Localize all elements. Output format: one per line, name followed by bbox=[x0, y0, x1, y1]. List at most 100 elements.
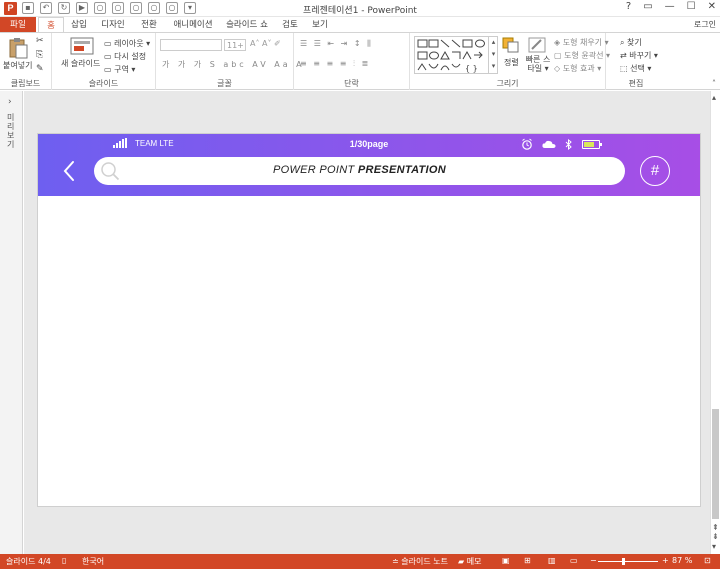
tab-animations[interactable]: 애니메이션 bbox=[170, 17, 216, 33]
close-button[interactable]: ✕ bbox=[708, 1, 716, 12]
scroll-up-icon[interactable]: ▴ bbox=[712, 93, 716, 102]
font-grow-shrink-icons[interactable]: A˄ A˅ ✐ bbox=[250, 39, 281, 48]
status-right bbox=[521, 138, 602, 150]
editing-group: ⌕ 찾기 ⇄ 바꾸기 ▾ ⬚ 선택 ▾ 편집 bbox=[606, 33, 666, 90]
slide-canvas[interactable]: TEAM LTE 1/30page POWER POINT PRESENTATI… bbox=[37, 133, 701, 507]
collapse-ribbon-icon[interactable]: ˄ bbox=[712, 79, 716, 88]
tab-file[interactable]: 파일 bbox=[0, 17, 36, 33]
paragraph-group-label: 단락 bbox=[344, 79, 359, 88]
slide-sorter-icon[interactable]: ⊞ bbox=[524, 556, 531, 565]
font-group: 11+ A˄ A˅ ✐ 가 가 가 S abc AV Aa A 글꼴 bbox=[156, 33, 302, 90]
spellcheck-icon[interactable]: ▯ bbox=[62, 556, 66, 565]
tab-review[interactable]: 검토 bbox=[278, 17, 302, 33]
tab-insert[interactable]: 삽입 bbox=[66, 17, 92, 33]
shape-fill-label: 도형 채우기 ▾ bbox=[562, 38, 609, 47]
scroll-thumb[interactable] bbox=[712, 409, 719, 519]
tab-view[interactable]: 보기 bbox=[308, 17, 332, 33]
arrange-icon[interactable] bbox=[502, 37, 520, 53]
vertical-scrollbar[interactable]: ▴ ⇞ ⇟ ▾ bbox=[710, 91, 720, 554]
layout-label: 레이아웃 ▾ bbox=[114, 39, 151, 48]
scroll-down-icon[interactable]: ▾ bbox=[712, 542, 716, 551]
minimize-button[interactable]: — bbox=[665, 1, 675, 12]
clipboard-group: 붙여넣기 ✂ ⎘ ✎ 클립보드 bbox=[0, 33, 52, 90]
window-title: 프레젠테이션1 - PowerPoint bbox=[303, 6, 417, 16]
cut-icon[interactable]: ✂ bbox=[36, 36, 44, 46]
ribbon-display-button[interactable]: ▭ bbox=[643, 1, 652, 12]
shapes-gallery-scroll[interactable]: ▴ ▾ ▾ bbox=[488, 36, 498, 74]
shapes-gallery[interactable]: { } bbox=[414, 36, 498, 74]
format-painter-icon[interactable]: ✎ bbox=[36, 64, 44, 74]
align-icons[interactable]: ≡ ≡ ≡ ≡ ⫶ ≣ bbox=[300, 59, 370, 69]
paragraph-group: ☰ ☰ ⇤ ⇥ ↕ ⫼ ≡ ≡ ≡ ≡ ⫶ ≣ 단락 bbox=[294, 33, 410, 90]
slides-group: 새 슬라이드 ▭ 레이아웃 ▾ ▭ 다시 설정 ▭ 구역 ▾ 슬라이드 bbox=[52, 33, 156, 90]
copy-icon[interactable]: ⎘ bbox=[36, 50, 43, 60]
shape-outline-button[interactable]: ▢ 도형 윤곽선 ▾ bbox=[554, 50, 610, 61]
zoom-out-button[interactable]: − bbox=[590, 556, 597, 565]
font-format-icons[interactable]: 가 가 가 S abc AV Aa A bbox=[162, 59, 305, 70]
select-button[interactable]: ⬚ 선택 ▾ bbox=[620, 63, 651, 74]
battery-level bbox=[584, 141, 594, 147]
back-arrow-icon[interactable] bbox=[62, 160, 76, 182]
tab-design[interactable]: 디자인 bbox=[98, 17, 128, 33]
new-slide-button[interactable]: 새 슬라이드 bbox=[61, 58, 100, 69]
tab-home[interactable]: 홈 bbox=[38, 17, 64, 33]
paste-icon[interactable] bbox=[8, 37, 28, 59]
tab-transitions[interactable]: 전환 bbox=[136, 17, 162, 33]
search-text: POWER POINT PRESENTATION bbox=[94, 164, 625, 176]
zoom-in-button[interactable]: + bbox=[662, 556, 669, 565]
cloud-icon bbox=[542, 140, 556, 148]
paste-button[interactable]: 붙여넣기 bbox=[3, 60, 32, 71]
slides-group-label: 슬라이드 bbox=[88, 79, 119, 88]
maximize-button[interactable]: ☐ bbox=[687, 1, 696, 12]
layout-button[interactable]: ▭ 레이아웃 ▾ bbox=[104, 38, 150, 49]
drawing-group-label: 그리기 bbox=[496, 79, 519, 88]
tab-slideshow[interactable]: 슬라이드 쇼 bbox=[224, 17, 270, 33]
normal-view-icon[interactable]: ▣ bbox=[502, 556, 510, 565]
help-button[interactable]: ? bbox=[626, 1, 631, 12]
hashtag-button[interactable]: # bbox=[640, 156, 670, 186]
select-icon: ⬚ bbox=[620, 64, 628, 73]
search-text-bold: PRESENTATION bbox=[357, 164, 447, 176]
expand-thumbnails-icon[interactable]: › bbox=[8, 97, 12, 107]
search-bar[interactable]: POWER POINT PRESENTATION bbox=[94, 157, 625, 185]
comments-button[interactable]: ▰ 메모 bbox=[458, 556, 481, 567]
find-icon: ⌕ bbox=[620, 38, 625, 47]
shapes-gallery-icon: { } bbox=[417, 39, 485, 73]
zoom-slider[interactable] bbox=[598, 558, 658, 565]
bluetooth-icon bbox=[565, 138, 572, 150]
quick-styles-icon[interactable] bbox=[528, 37, 546, 53]
replace-button[interactable]: ⇄ 바꾸기 ▾ bbox=[620, 50, 658, 61]
reset-label: 다시 설정 bbox=[114, 52, 147, 61]
comments-label: 메모 bbox=[466, 557, 482, 566]
notes-button[interactable]: ≐ 슬라이드 노트 bbox=[392, 556, 448, 567]
section-button[interactable]: ▭ 구역 ▾ bbox=[104, 64, 135, 75]
comment-icon: ▰ bbox=[458, 557, 465, 566]
find-button[interactable]: ⌕ 찾기 bbox=[620, 37, 642, 48]
phone-header-bar: TEAM LTE 1/30page POWER POINT PRESENTATI… bbox=[38, 134, 700, 196]
slideshow-view-icon[interactable]: ▭ bbox=[570, 556, 578, 565]
search-text-light: POWER POINT bbox=[272, 164, 358, 176]
previous-slide-icon[interactable]: ⇞ bbox=[712, 523, 719, 532]
font-name-select[interactable] bbox=[160, 39, 222, 51]
replace-icon: ⇄ bbox=[620, 51, 627, 60]
fit-slide-icon[interactable]: ⊡ bbox=[704, 556, 711, 565]
reading-view-icon[interactable]: ▥ bbox=[548, 556, 556, 565]
shape-effects-label: 도형 효과 ▾ bbox=[562, 64, 602, 73]
login-link[interactable]: 로그인 bbox=[694, 17, 716, 33]
title-bar: P ▪ ↶ ↻ ▶ ○ ○ ○ ○ ○ ▾ 프레젠테이션1 - PowerPoi… bbox=[0, 0, 720, 17]
new-slide-icon[interactable] bbox=[70, 37, 94, 55]
arrange-button[interactable]: 정렬 bbox=[504, 57, 519, 68]
zoom-slider-handle[interactable] bbox=[622, 558, 625, 565]
next-slide-icon[interactable]: ⇟ bbox=[712, 532, 719, 541]
language-indicator[interactable]: 한국어 bbox=[82, 556, 104, 567]
shape-effects-button[interactable]: ◇ 도형 효과 ▾ bbox=[554, 63, 601, 74]
list-indent-icons[interactable]: ☰ ☰ ⇤ ⇥ ↕ ⫼ bbox=[300, 39, 373, 49]
zoom-level[interactable]: 87 % bbox=[672, 556, 692, 565]
thumbnail-pane-label: 미리보기 bbox=[7, 113, 15, 149]
quick-styles-button[interactable]: 빠른 스타일 ▾ bbox=[524, 55, 552, 73]
font-group-label: 글꼴 bbox=[217, 79, 232, 88]
font-size-select[interactable]: 11+ bbox=[224, 39, 246, 51]
shape-fill-button[interactable]: ◈ 도형 채우기 ▾ bbox=[554, 37, 609, 48]
select-label: 선택 ▾ bbox=[630, 64, 652, 73]
reset-button[interactable]: ▭ 다시 설정 bbox=[104, 51, 146, 62]
